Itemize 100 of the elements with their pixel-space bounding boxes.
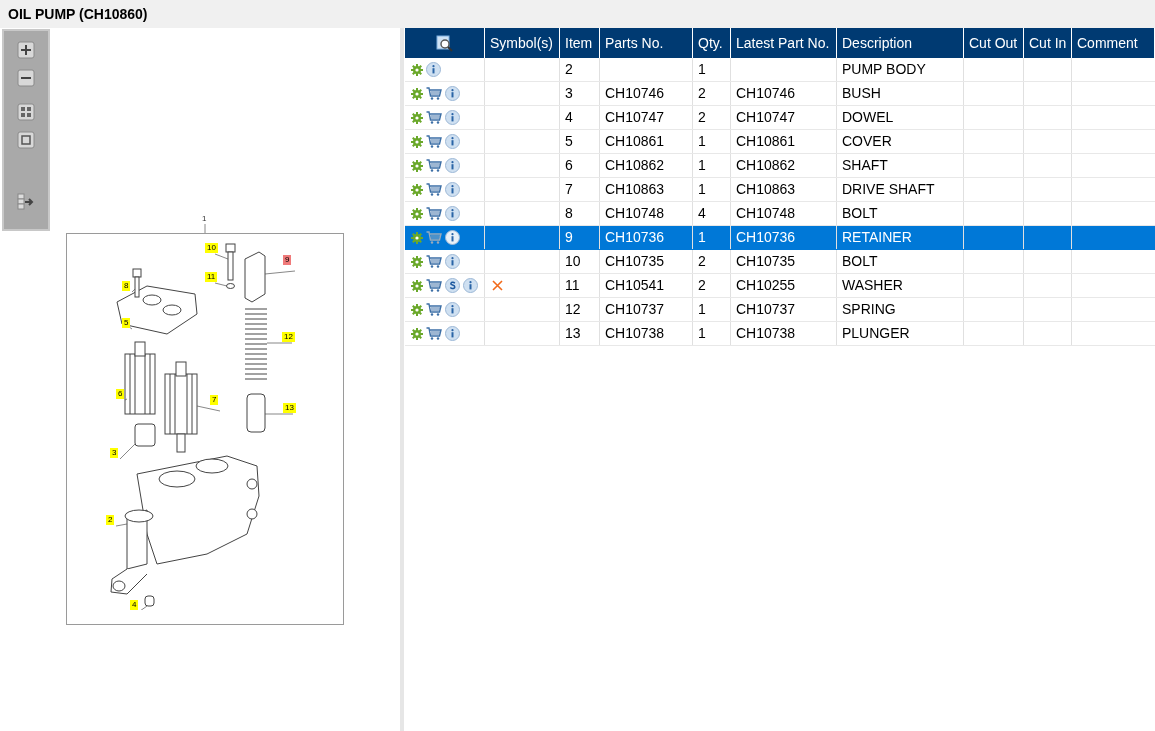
table-cell-text: 1 — [698, 132, 706, 151]
info-icon[interactable] — [445, 134, 460, 149]
gear-icon[interactable] — [411, 87, 423, 100]
cart-icon[interactable] — [426, 327, 442, 340]
info-icon[interactable] — [445, 254, 460, 269]
table-cell-text: PUMP BODY — [842, 60, 926, 79]
gear-icon[interactable] — [411, 159, 423, 172]
callout-label[interactable]: 12 — [282, 332, 295, 342]
gear-icon[interactable] — [411, 183, 423, 196]
info-icon[interactable] — [445, 182, 460, 197]
table-cell-text: CH10736 — [736, 228, 796, 247]
table-row[interactable]: 9 CH10736 1 CH10736 RETAINER — [405, 226, 1155, 250]
callout-label[interactable]: 2 — [106, 515, 115, 525]
table-cell-text: PLUNGER — [842, 324, 910, 343]
zoom-out-icon[interactable] — [17, 69, 35, 87]
table-cell-text: DOWEL — [842, 108, 894, 127]
table-row[interactable]: 3 CH10746 2 CH10746 BUSH — [405, 82, 1155, 106]
table-cell-text: BOLT — [842, 252, 878, 271]
info-icon[interactable] — [445, 326, 460, 341]
cart-icon[interactable] — [426, 255, 442, 268]
table-cell-text: CH10863 — [736, 180, 796, 199]
search-icon[interactable] — [436, 34, 453, 52]
callout-label[interactable]: 4 — [130, 600, 139, 610]
table-cell-text: CH10737 — [736, 300, 796, 319]
gear-icon[interactable] — [411, 111, 423, 124]
cart-icon[interactable] — [426, 207, 442, 220]
table-row[interactable]: 10 CH10735 2 CH10735 BOLT — [405, 250, 1155, 274]
table-cell-text: 7 — [565, 180, 573, 199]
table-cell-text: SHAFT — [842, 156, 888, 175]
cart-icon[interactable] — [426, 111, 442, 124]
table-cell-text: CH10746 — [605, 84, 665, 103]
table-row[interactable]: 13 CH10738 1 CH10738 PLUNGER — [405, 322, 1155, 346]
callout-label[interactable]: 13 — [283, 403, 296, 413]
table-cell-text: CH10747 — [736, 108, 796, 127]
gear-icon[interactable] — [411, 135, 423, 148]
table-row[interactable]: 2 1 PUMP BODY — [405, 58, 1155, 82]
table-cell-text: CH10862 — [605, 156, 665, 175]
table-cell-text: CH10737 — [605, 300, 665, 319]
callout-label[interactable]: 8 — [122, 281, 131, 291]
gear-icon[interactable] — [411, 279, 423, 292]
info-icon[interactable] — [445, 230, 460, 245]
table-cell-text: CH10861 — [736, 132, 796, 151]
gear-icon[interactable] — [411, 303, 423, 316]
table-cell-text: 13 — [565, 324, 581, 343]
info-icon[interactable] — [463, 278, 478, 293]
info-icon[interactable] — [445, 158, 460, 173]
table-cell-text: WASHER — [842, 276, 903, 295]
table-row[interactable]: 7 CH10863 1 CH10863 DRIVE SHAFT — [405, 178, 1155, 202]
callout-label[interactable]: 3 — [110, 448, 119, 458]
cart-icon[interactable] — [426, 159, 442, 172]
table-row[interactable]: 4 CH10747 2 CH10747 DOWEL — [405, 106, 1155, 130]
grid-icon[interactable] — [17, 103, 35, 121]
info-icon[interactable] — [426, 62, 441, 77]
table-row[interactable]: 5 CH10861 1 CH10861 COVER — [405, 130, 1155, 154]
callout-label[interactable]: 11 — [205, 272, 218, 282]
table-cell-text: 6 — [565, 156, 573, 175]
s-circle-icon[interactable] — [445, 278, 460, 293]
gear-icon[interactable] — [411, 207, 423, 220]
cart-icon[interactable] — [426, 87, 442, 100]
info-icon[interactable] — [445, 302, 460, 317]
callout-label[interactable]: 6 — [116, 389, 125, 399]
gear-icon[interactable] — [411, 327, 423, 340]
table-cell-text: 2 — [698, 108, 706, 127]
table-cell-text: 1 — [698, 228, 706, 247]
sheet-leader-line — [204, 224, 206, 233]
page-title: OIL PUMP (CH10860) — [8, 4, 148, 24]
info-icon[interactable] — [445, 206, 460, 221]
table-cell-text: CH10735 — [736, 252, 796, 271]
square-icon[interactable] — [17, 131, 35, 149]
cart-icon[interactable] — [426, 183, 442, 196]
cart-icon[interactable] — [426, 135, 442, 148]
table-cell-text: 2 — [698, 276, 706, 295]
table-row[interactable]: 11 CH10541 2 CH10255 WASHER — [405, 274, 1155, 298]
gear-icon[interactable] — [411, 231, 423, 244]
table-cell-text: BUSH — [842, 84, 881, 103]
table-cell-text: 11 — [565, 276, 580, 295]
table-cell-text: 1 — [698, 156, 706, 175]
table-cell-text: 1 — [698, 60, 706, 79]
table-cell-text: CH10738 — [605, 324, 665, 343]
table-cell-text: 12 — [565, 300, 581, 319]
sheet-number: 1 — [202, 215, 207, 223]
callout-label[interactable]: 7 — [210, 395, 219, 405]
table-row[interactable]: 6 CH10862 1 CH10862 SHAFT — [405, 154, 1155, 178]
info-icon[interactable] — [445, 110, 460, 125]
table-cell-text: CH10736 — [605, 228, 665, 247]
zoom-in-icon[interactable] — [17, 41, 35, 59]
table-row[interactable]: 12 CH10737 1 CH10737 SPRING — [405, 298, 1155, 322]
gear-icon[interactable] — [411, 63, 423, 76]
cart-icon[interactable] — [426, 279, 442, 292]
table-cell-text: CH10541 — [605, 276, 665, 295]
table-cell-text: 5 — [565, 132, 573, 151]
callout-label[interactable]: 9 — [283, 255, 292, 265]
table-row[interactable]: 8 CH10748 4 CH10748 BOLT — [405, 202, 1155, 226]
callout-label[interactable]: 5 — [122, 318, 131, 328]
info-icon[interactable] — [445, 86, 460, 101]
gear-icon[interactable] — [411, 255, 423, 268]
callout-label[interactable]: 10 — [205, 243, 218, 253]
cart-icon[interactable] — [426, 303, 442, 316]
table-cell-text: 1 — [698, 180, 706, 199]
export-list-icon[interactable] — [17, 193, 35, 211]
